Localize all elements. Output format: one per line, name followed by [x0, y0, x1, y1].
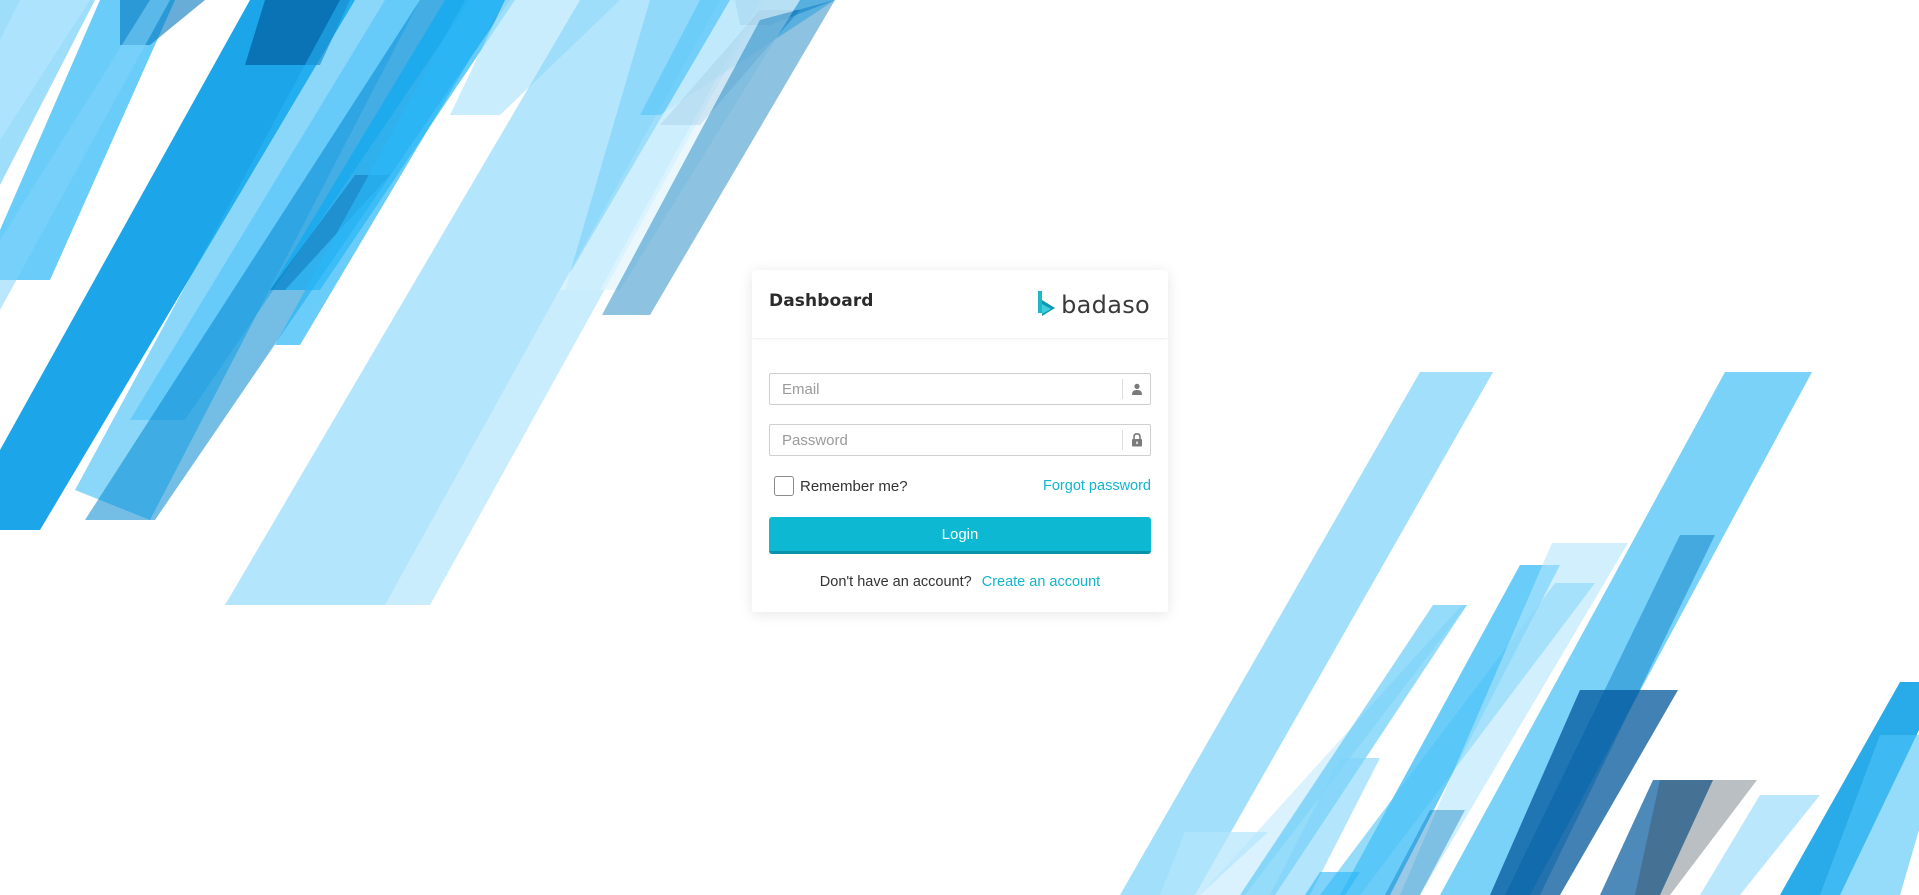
remember-me-checkbox[interactable] [774, 476, 794, 496]
forgot-password-link[interactable]: Forgot password [1043, 478, 1151, 494]
remember-me-label[interactable]: Remember me? [800, 478, 908, 495]
lock-icon [1122, 430, 1150, 450]
password-input[interactable] [770, 425, 1122, 455]
login-page: Dashboard badaso Email Remember me? Forg… [0, 0, 1919, 895]
create-account-link[interactable]: Create an account [982, 574, 1101, 590]
brand-name: badaso [1061, 291, 1150, 319]
signup-row: Don't have an account? Create an account [752, 574, 1168, 590]
login-button[interactable]: Login [769, 517, 1151, 554]
remember-me-row: Remember me? [774, 476, 908, 496]
user-icon [1122, 379, 1150, 399]
email-input[interactable] [770, 374, 1122, 404]
login-card-header: Dashboard badaso [752, 270, 1168, 339]
signup-prompt: Don't have an account? [819, 574, 972, 590]
brand-logo: badaso [1037, 289, 1150, 321]
page-title: Dashboard [769, 291, 874, 311]
email-field[interactable] [769, 373, 1151, 405]
badaso-logo-icon [1038, 291, 1056, 316]
login-card: Dashboard badaso Email Remember me? Forg… [752, 270, 1168, 612]
password-field[interactable] [769, 424, 1151, 456]
